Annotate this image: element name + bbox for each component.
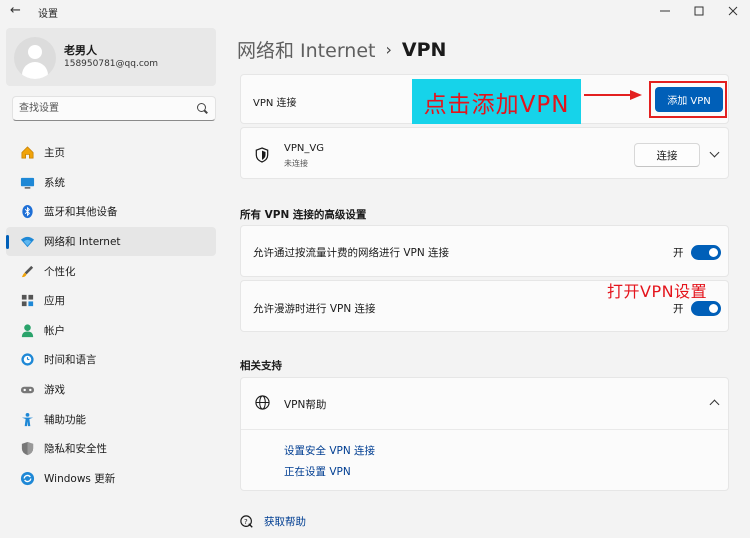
search-box [12, 96, 216, 121]
breadcrumb-parent[interactable]: 网络和 Internet [237, 36, 375, 63]
sidebar-item-label: 应用 [44, 295, 65, 308]
sidebar-item-bluetooth[interactable]: 蓝牙和其他设备 [6, 197, 216, 227]
sidebar-item-label: 时间和语言 [44, 354, 97, 367]
sidebar-item-label: 蓝牙和其他设备 [44, 206, 118, 219]
sidebar-item-accounts[interactable]: 帐户 [6, 316, 216, 346]
vpn-status: 未连接 [284, 159, 308, 168]
toggle-state-label: 开 [673, 303, 684, 315]
sidebar-item-label: 主页 [44, 147, 65, 160]
sidebar-item-label: 系统 [44, 176, 65, 189]
sidebar-nav: 主页 系统 蓝牙和其他设备 网络和 Internet 个性化 应用 帐户 时间和… [6, 138, 216, 493]
connect-button[interactable]: 连接 [634, 143, 700, 167]
arrow-left-icon[interactable]: ← [10, 3, 21, 18]
search-input[interactable] [19, 100, 189, 117]
sidebar-item-label: 帐户 [44, 324, 65, 337]
sidebar-item-label: 个性化 [44, 265, 76, 278]
advanced-settings-title: 所有 VPN 连接的高级设置 [240, 209, 367, 221]
vpn-connections-label: VPN 连接 [253, 98, 297, 109]
sidebar-item-label: 隐私和安全性 [44, 443, 107, 456]
vpn-entry-card[interactable]: VPN_VG 未连接 连接 [240, 127, 729, 179]
clock-globe-icon [19, 352, 35, 368]
chevron-up-icon[interactable] [709, 399, 720, 410]
vpn-name: VPN_VG [284, 143, 324, 154]
shield-icon [19, 441, 35, 457]
sidebar-item-label: 游戏 [44, 384, 65, 397]
sidebar-item-personalization[interactable]: 个性化 [6, 256, 216, 286]
brush-icon [19, 263, 35, 279]
vpn-help-card: VPN帮助 设置安全 VPN 连接 正在设置 VPN [240, 377, 729, 491]
breadcrumb-separator: › [385, 40, 392, 59]
get-help-label: 获取帮助 [264, 516, 306, 528]
user-name: 老男人 [64, 44, 97, 57]
sidebar-item-home[interactable]: 主页 [6, 138, 216, 168]
sidebar-item-apps[interactable]: 应用 [6, 286, 216, 316]
avatar [14, 37, 56, 79]
home-icon [19, 145, 35, 161]
help-link-setting-up-vpn[interactable]: 正在设置 VPN [284, 464, 351, 479]
sidebar-item-label: 辅助功能 [44, 413, 86, 426]
sidebar-item-system[interactable]: 系统 [6, 168, 216, 198]
sidebar-item-label: Windows 更新 [44, 472, 116, 485]
svg-text:?: ? [244, 517, 248, 525]
accessibility-icon [19, 411, 35, 427]
annotation-add-vpn-hint: 点击添加VPN [412, 79, 581, 124]
globe-icon [255, 395, 270, 410]
close-icon[interactable] [716, 0, 750, 22]
sidebar-item-label: 网络和 Internet [44, 236, 121, 249]
breadcrumb: 网络和 Internet › VPN [237, 36, 446, 63]
toggle-state-label: 开 [673, 247, 684, 259]
main-content: 网络和 Internet › VPN VPN 连接 添加 VPN VPN_VG … [228, 22, 750, 538]
maximize-icon[interactable] [682, 0, 716, 22]
page-title: VPN [401, 38, 447, 61]
sidebar-item-network[interactable]: 网络和 Internet [6, 226, 216, 257]
sidebar-item-time-language[interactable]: 时间和语言 [6, 345, 216, 375]
roaming-toggle[interactable] [691, 301, 721, 316]
person-icon [19, 322, 35, 338]
minimize-icon[interactable] [648, 0, 682, 22]
chevron-down-icon[interactable] [709, 147, 720, 158]
help-chat-icon: ? [240, 514, 253, 528]
annotation-arrow [584, 94, 632, 96]
sidebar-item-accessibility[interactable]: 辅助功能 [6, 404, 216, 434]
annotation-arrow-head [630, 90, 642, 100]
update-icon [19, 470, 35, 486]
bluetooth-icon [19, 204, 35, 220]
user-email: 158950781@qq.com [64, 59, 159, 69]
gamepad-icon [19, 382, 35, 398]
shield-icon [255, 147, 269, 163]
annotation-highlight-box [649, 81, 727, 118]
sidebar-item-gaming[interactable]: 游戏 [6, 375, 216, 405]
metered-network-card: 允许通过按流量计费的网络进行 VPN 连接 开 [240, 225, 729, 277]
search-icon[interactable] [197, 103, 206, 112]
monitor-icon [19, 174, 35, 190]
apps-icon [19, 293, 35, 309]
related-support-title: 相关支持 [240, 360, 282, 372]
title-bar: ← 设置 [0, 0, 750, 22]
sidebar-item-windows-update[interactable]: Windows 更新 [6, 464, 216, 494]
window-controls [648, 0, 750, 22]
roaming-label: 允许漫游时进行 VPN 连接 [253, 303, 376, 315]
wifi-icon [19, 234, 35, 250]
metered-network-toggle[interactable] [691, 245, 721, 260]
sidebar: 老男人 158950781@qq.com 主页 系统 蓝牙和其他设备 [0, 22, 228, 538]
divider [241, 429, 728, 430]
user-profile-card[interactable]: 老男人 158950781@qq.com [6, 28, 216, 86]
window-title: 设置 [38, 9, 58, 20]
get-help-link[interactable]: ? 获取帮助 [240, 514, 306, 529]
metered-network-label: 允许通过按流量计费的网络进行 VPN 连接 [253, 247, 450, 259]
vpn-help-title[interactable]: VPN帮助 [284, 397, 326, 412]
help-link-setup-secure-vpn[interactable]: 设置安全 VPN 连接 [284, 443, 375, 458]
sidebar-item-privacy[interactable]: 隐私和安全性 [6, 434, 216, 464]
annotation-toggle-hint: 打开VPN设置 [607, 282, 708, 301]
